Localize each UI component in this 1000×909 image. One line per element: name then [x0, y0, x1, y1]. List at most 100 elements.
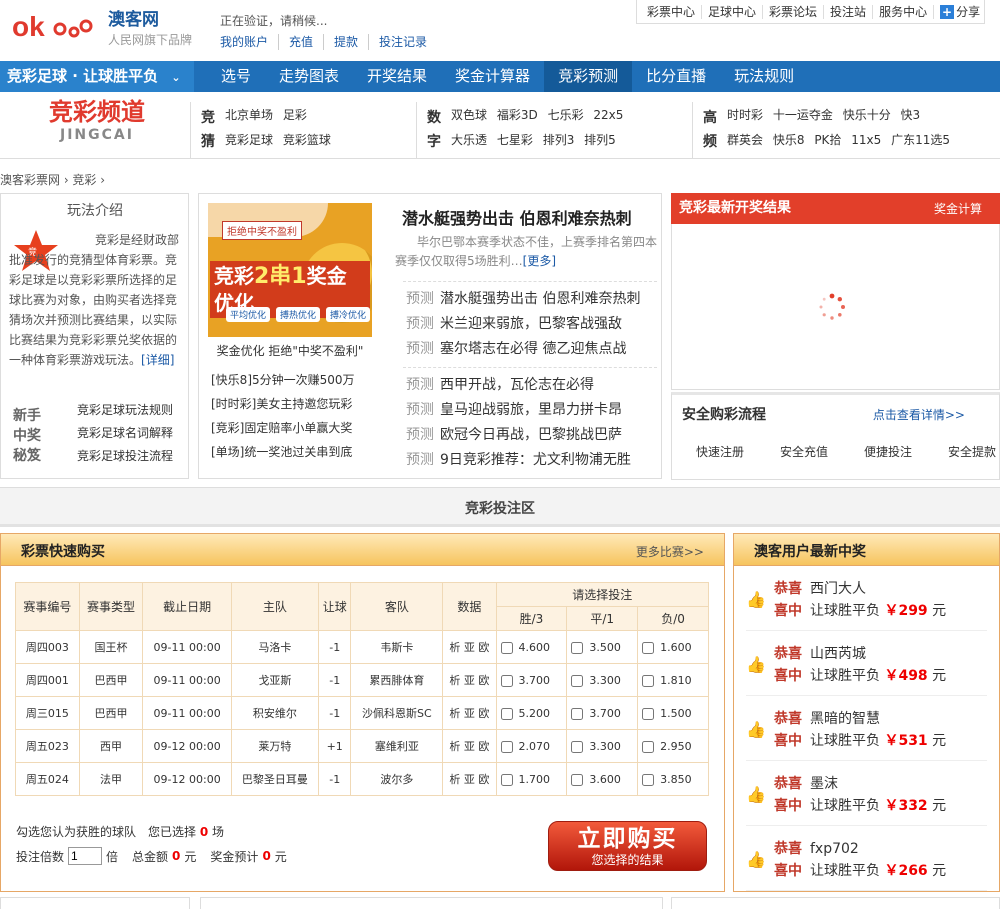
odds-checkbox-win[interactable] — [500, 707, 513, 720]
odds-checkbox-win[interactable] — [500, 641, 513, 654]
away-team[interactable]: 累西腓体育 — [350, 663, 444, 697]
channel-link[interactable]: 福彩3D — [497, 108, 538, 122]
odds-checkbox-draw[interactable] — [571, 674, 584, 687]
home-team[interactable]: 马洛卡 — [230, 630, 319, 664]
odds-checkbox-draw[interactable] — [571, 641, 584, 654]
buy-now-button[interactable]: 立即购买 您选择的结果 — [548, 821, 707, 871]
promo-link[interactable]: [竞彩]固定赔率小单赢大奖 — [211, 420, 352, 436]
process-step[interactable]: 安全提款 — [948, 443, 996, 460]
prediction-item[interactable]: 预测 皇马迎战弱旅，里昂力拼卡昂 — [406, 401, 622, 419]
channel-link[interactable]: 竞彩足球 — [225, 133, 273, 147]
data-links[interactable]: 析 亚 欧 — [442, 663, 497, 697]
channel-link[interactable]: 七乐彩 — [548, 108, 584, 122]
away-team[interactable]: 沙佩科恩斯SC — [350, 696, 444, 730]
top-link-lottery[interactable]: 彩票中心 — [641, 4, 703, 19]
odds-checkbox-lose[interactable] — [642, 740, 655, 753]
channel-link[interactable]: 竞彩篮球 — [283, 133, 331, 147]
promo-link[interactable]: [时时彩]美女主持邀您玩彩 — [211, 396, 352, 412]
process-step[interactable]: 安全充值 — [780, 443, 828, 460]
channel-link[interactable]: 11x5 — [851, 133, 881, 147]
prediction-item[interactable]: 预测 欧冠今日再战，巴黎挑战巴萨 — [406, 426, 622, 444]
channel-link[interactable]: 双色球 — [451, 108, 487, 122]
channel-link[interactable]: 广东11选5 — [891, 133, 950, 147]
okooo-logo[interactable]: ok — [12, 10, 102, 44]
jingcai-channel-logo[interactable]: 竞彩频道 JINGCAI — [8, 97, 186, 155]
channel-link[interactable]: PK拾 — [814, 133, 841, 147]
nav-item-calculator[interactable]: 奖金计算器 — [441, 61, 544, 92]
nav-lottery-selector[interactable]: 竞彩足球 · 让球胜平负 ⌄ — [0, 61, 194, 92]
home-team[interactable]: 巴黎圣日耳曼 — [230, 762, 319, 796]
nav-item-prediction[interactable]: 竞彩预测 — [544, 61, 633, 92]
data-links[interactable]: 析 亚 欧 — [442, 630, 497, 664]
breadcrumb[interactable]: 澳客彩票网 › 竞彩 › — [0, 171, 105, 188]
channel-link[interactable]: 群英会 — [727, 133, 763, 147]
channel-link[interactable]: 排列3 — [543, 133, 575, 147]
channel-link[interactable]: 快3 — [901, 108, 921, 122]
process-detail-link[interactable]: 点击查看详情>> — [873, 406, 965, 423]
away-team[interactable]: 韦斯卡 — [350, 630, 444, 664]
intro-more-link[interactable]: [详细] — [141, 353, 174, 367]
channel-link[interactable]: 十一运夺金 — [773, 108, 833, 122]
top-link-football[interactable]: 足球中心 — [702, 4, 764, 19]
promo-link[interactable]: [快乐8]5分钟一次赚500万 — [211, 372, 355, 388]
odds-checkbox-draw[interactable] — [571, 740, 584, 753]
away-team[interactable]: 波尔多 — [350, 762, 444, 796]
odds-checkbox-draw[interactable] — [571, 773, 584, 786]
channel-link[interactable]: 快乐十分 — [843, 108, 891, 122]
prediction-item[interactable]: 预测 塞尔塔志在必得 德乙迎焦点战 — [406, 340, 626, 358]
promo-banner[interactable]: 拒绝中奖不盈利 竞彩2串1奖金优化 平均优化 搏热优化 搏冷优化 — [208, 203, 372, 337]
tips-link[interactable]: 竞彩足球名词解释 — [77, 425, 173, 441]
channel-link[interactable]: 足彩 — [283, 108, 307, 122]
away-team[interactable]: 塞维利亚 — [350, 729, 444, 763]
process-step[interactable]: 快速注册 — [696, 443, 744, 460]
channel-link[interactable]: 大乐透 — [451, 133, 487, 147]
share-button[interactable]: + 分享 — [934, 3, 980, 20]
nav-item-rules[interactable]: 玩法规则 — [720, 61, 808, 92]
odds-checkbox-win[interactable] — [500, 740, 513, 753]
home-team[interactable]: 戈亚斯 — [230, 663, 319, 697]
channel-link[interactable]: 快乐8 — [773, 133, 805, 147]
promo-caption[interactable]: 奖金优化 拒绝"中奖不盈利" — [208, 342, 372, 359]
home-team[interactable]: 积安维尔 — [230, 696, 319, 730]
prediction-item[interactable]: 预测 9日竞彩推荐：尤文利物浦无胜 — [406, 451, 631, 469]
top-link-forum[interactable]: 彩票论坛 — [763, 4, 825, 19]
odds-checkbox-win[interactable] — [500, 773, 513, 786]
tips-link[interactable]: 竞彩足球玩法规则 — [77, 402, 173, 418]
tips-link[interactable]: 竞彩足球投注流程 — [77, 448, 173, 464]
channel-link[interactable]: 排列5 — [584, 133, 616, 147]
top-link-service[interactable]: 服务中心 — [873, 4, 935, 19]
nav-item-trend[interactable]: 走势图表 — [265, 61, 353, 92]
promo-link[interactable]: [单场]统一奖池过关串到底 — [211, 444, 352, 460]
odds-checkbox-draw[interactable] — [571, 707, 584, 720]
bet-record-link[interactable]: 投注记录 — [369, 34, 437, 50]
data-links[interactable]: 析 亚 欧 — [442, 762, 497, 796]
channel-link[interactable]: 七星彩 — [497, 133, 533, 147]
channel-link[interactable]: 22x5 — [593, 108, 623, 122]
prize-calc-link[interactable]: 奖金计算 — [934, 200, 982, 217]
prediction-item[interactable]: 预测 米兰迎来弱旅，巴黎客战强敌 — [406, 315, 622, 333]
prediction-item[interactable]: 预测 潜水艇强势出击 伯恩利难奈热刺 — [406, 290, 640, 308]
multiple-input[interactable] — [68, 847, 103, 865]
news-headline[interactable]: 潜水艇强势出击 伯恩利难奈热刺 — [402, 205, 632, 229]
prediction-item[interactable]: 预测 西甲开战，瓦伦志在必得 — [406, 376, 594, 394]
recharge-link[interactable]: 充值 — [279, 34, 325, 50]
nav-item-live-score[interactable]: 比分直播 — [632, 61, 720, 92]
odds-checkbox-lose[interactable] — [642, 641, 655, 654]
process-step[interactable]: 便捷投注 — [864, 443, 912, 460]
channel-link[interactable]: 时时彩 — [727, 108, 763, 122]
account-link[interactable]: 我的账户 — [220, 34, 280, 50]
home-team[interactable]: 莱万特 — [230, 729, 319, 763]
nav-item-results[interactable]: 开奖结果 — [353, 61, 441, 92]
odds-checkbox-lose[interactable] — [642, 674, 655, 687]
data-links[interactable]: 析 亚 欧 — [442, 696, 497, 730]
more-matches-link[interactable]: 更多比赛>> — [636, 543, 704, 560]
nav-item-pick[interactable]: 选号 — [207, 61, 265, 92]
odds-checkbox-lose[interactable] — [642, 707, 655, 720]
top-link-station[interactable]: 投注站 — [824, 4, 874, 19]
withdraw-link[interactable]: 提款 — [324, 34, 370, 50]
channel-link[interactable]: 北京单场 — [225, 108, 273, 122]
odds-checkbox-lose[interactable] — [642, 773, 655, 786]
news-more-link[interactable]: [更多] — [523, 254, 556, 268]
odds-checkbox-win[interactable] — [500, 674, 513, 687]
data-links[interactable]: 析 亚 欧 — [442, 729, 497, 763]
